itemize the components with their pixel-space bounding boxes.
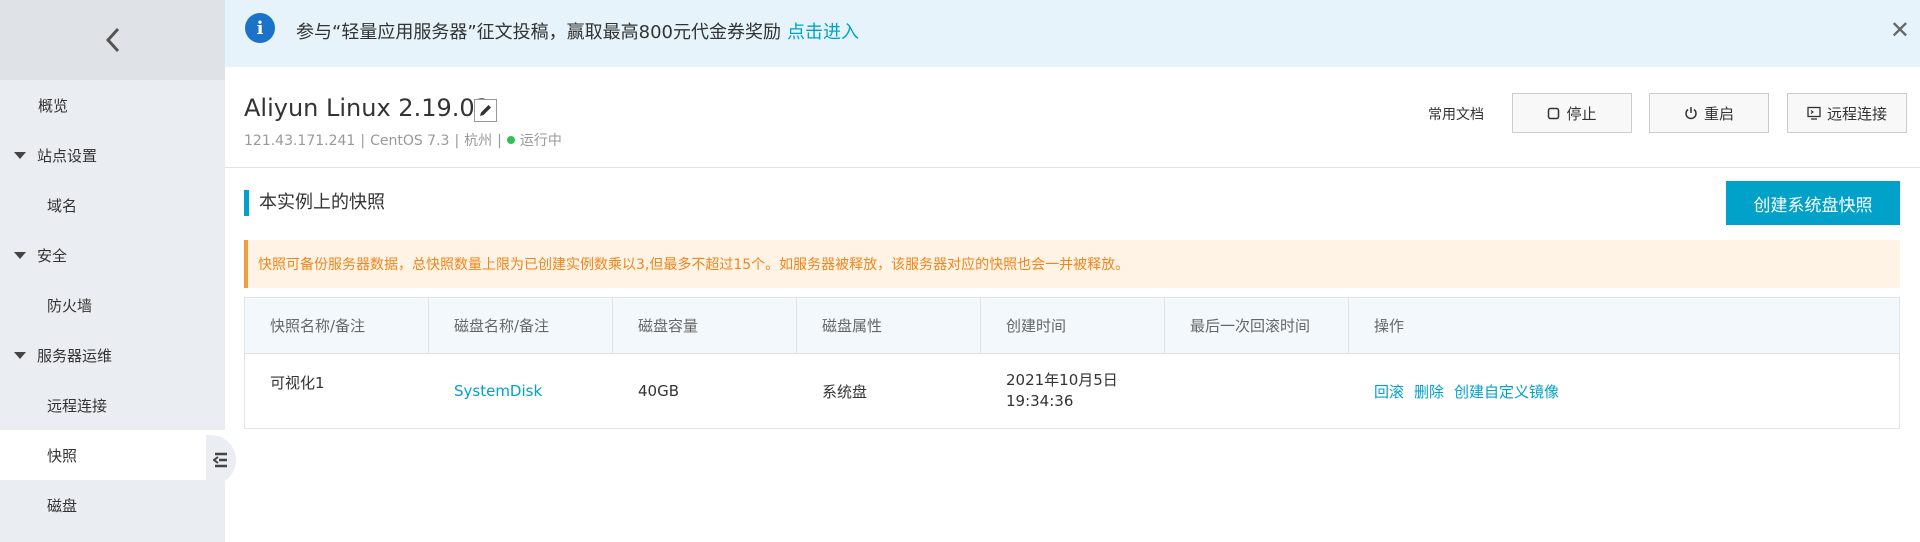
sidebar-item-domain[interactable]: 域名 [0,180,225,230]
column-header: 快照名称/备注 [245,298,429,353]
stop-label: 停止 [1566,104,1597,123]
monitor-icon [1807,106,1821,120]
caret-down-icon [14,151,26,159]
table-header: 快照名称/备注 磁盘名称/备注 磁盘容量 磁盘属性 创建时间 最后一次回滚时间 … [245,298,1899,354]
sidebar-item-label: 安全 [37,246,68,265]
notice-banner: i 参与“轻量应用服务器”征文投稿，赢取最高800元代金券奖励 点击进入 ✕ [225,0,1920,67]
status-dot [506,136,515,144]
create-image-link[interactable]: 创建自定义镜像 [1454,381,1559,402]
sidebar-item-snapshot[interactable]: 快照 [0,430,225,480]
sidebar-item-label: 远程连接 [47,396,108,415]
column-header: 操作 [1374,317,1405,335]
column-header: 磁盘容量 [613,298,797,353]
main-content: i 参与“轻量应用服务器”征文投稿，赢取最高800元代金券奖励 点击进入 ✕ Al… [225,0,1920,542]
instance-region: 杭州 [464,133,493,149]
power-icon [1685,107,1697,120]
snapshot-table: 快照名称/备注 磁盘名称/备注 磁盘容量 磁盘属性 创建时间 最后一次回滚时间 … [244,297,1900,429]
disk-capacity: 40GB [638,382,680,400]
warning-banner: 快照可备份服务器数据，总快照数量上限为已创建实例数乘以3,但最多不超过15个。如… [244,240,1900,288]
last-rollback-time [1165,354,1349,428]
notice-link[interactable]: 点击进入 [787,22,859,43]
sidebar: 概览 站点设置 域名 安全 防火墙 服务器运维 远程连接 快照 磁盘 [0,0,236,542]
column-header: 创建时间 [981,298,1165,353]
actions-cell: 回滚 删除 创建自定义镜像 [1349,354,1899,428]
created-time: 2021年10月5日 19:34:36 [981,354,1165,428]
instance-os: CentOS 7.3 [370,133,450,149]
divider [225,167,1920,168]
column-header: 磁盘属性 [797,298,981,353]
sidebar-item-label: 防火墙 [47,296,93,315]
column-header: 最后一次回滚时间 [1165,298,1349,353]
docs-link[interactable]: 常用文档 [1428,104,1484,124]
section-title: 本实例上的快照 [244,190,385,216]
created-date: 2021年10月5日 [1006,371,1118,389]
instance-title: Aliyun Linux 2.19.03 [244,94,490,122]
instance-status: 运行中 [519,133,562,149]
back-button[interactable] [0,0,225,80]
stop-icon [1548,107,1560,119]
sidebar-item-label: 站点设置 [37,146,98,165]
instance-ip: 121.43.171.241 [244,133,356,149]
info-icon: i [245,13,275,43]
delete-link[interactable]: 删除 [1414,381,1444,402]
close-icon[interactable]: ✕ [1890,16,1910,44]
table-row: 可视化1 SystemDisk 40GB 系统盘 2021年10月5日 19:3… [245,354,1899,428]
disk-name-cell: SystemDisk [429,354,613,428]
disk-attribute: 系统盘 [822,382,868,401]
sidebar-item-disk[interactable]: 磁盘 [0,480,225,530]
restart-label: 重启 [1703,104,1734,123]
stop-button[interactable]: 停止 [1512,93,1632,133]
caret-down-icon [14,351,26,359]
notice-text: 参与“轻量应用服务器”征文投稿，赢取最高800元代金券奖励 点击进入 [296,18,859,44]
remote-connect-button[interactable]: 远程连接 [1787,93,1907,133]
edit-name-button[interactable] [474,99,497,122]
created-clock: 19:34:36 [1006,392,1074,410]
snapshot-name: 可视化1 [270,374,325,392]
sidebar-item-overview[interactable]: 概览 [0,80,225,130]
sidebar-item-label: 服务器运维 [37,346,113,365]
restart-button[interactable]: 重启 [1649,93,1769,133]
remote-connect-label: 远程连接 [1826,104,1887,123]
sidebar-item-label: 域名 [47,196,78,215]
sidebar-item-label: 快照 [47,446,78,465]
notice-message: 参与“轻量应用服务器”征文投稿，赢取最高800元代金券奖励 [296,22,782,43]
sidebar-item-label: 磁盘 [47,496,78,515]
sidebar-item-remote[interactable]: 远程连接 [0,380,225,430]
create-snapshot-button[interactable]: 创建系统盘快照 [1726,181,1900,225]
caret-down-icon [14,251,26,259]
rollback-link[interactable]: 回滚 [1374,381,1404,402]
disk-name-link[interactable]: SystemDisk [454,382,542,400]
sidebar-group-security[interactable]: 安全 [0,230,225,280]
pencil-icon [480,105,491,116]
column-header: 磁盘名称/备注 [429,298,613,353]
sidebar-item-label: 概览 [38,96,69,115]
sidebar-item-firewall[interactable]: 防火墙 [0,280,225,330]
sidebar-group-ops[interactable]: 服务器运维 [0,330,225,380]
chevron-left-icon [105,27,119,53]
instance-meta: 121.43.171.241 | CentOS 7.3 | 杭州 | 运行中 [244,133,562,149]
sidebar-group-site-settings[interactable]: 站点设置 [0,130,225,180]
